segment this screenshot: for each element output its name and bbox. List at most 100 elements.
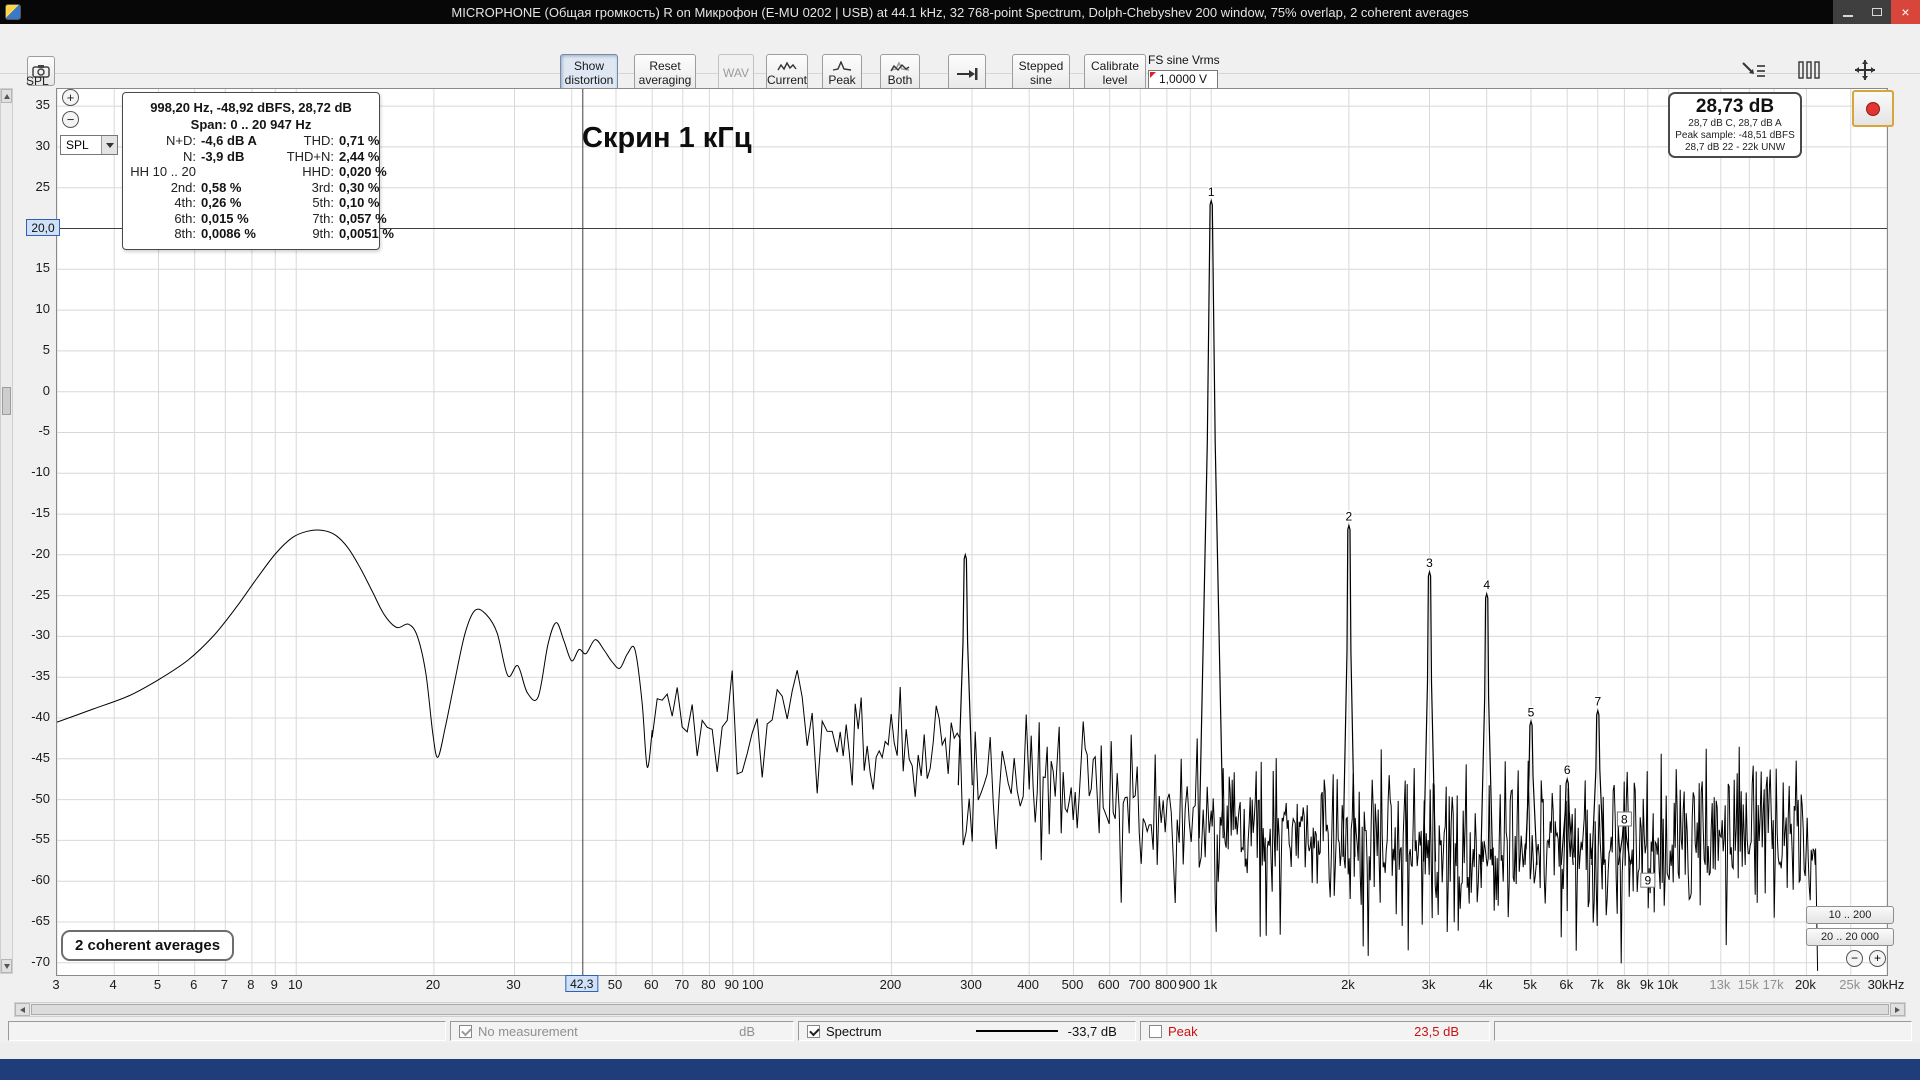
peak-label: Peak — [828, 72, 856, 87]
maximize-icon — [1871, 8, 1882, 16]
distortion-row: 4th: 0,26 % 5th: 0,10 % — [129, 195, 379, 211]
distortion-label: 4th: — [174, 195, 196, 210]
x-tick-label: 30 — [506, 977, 521, 992]
peak-label: Peak — [1168, 1023, 1198, 1039]
close-button[interactable]: × — [1891, 0, 1920, 24]
range-10-200-button[interactable]: 10 .. 200 — [1806, 906, 1894, 924]
minimize-button[interactable] — [1833, 0, 1862, 24]
distortion-value: 0,10 % — [339, 195, 380, 210]
fs-sine-label: FS sine Vrms — [1148, 53, 1220, 67]
both-label: Both — [887, 72, 913, 87]
x-tick-label: 600 — [1097, 977, 1120, 992]
distortion-label: 2nd: — [170, 179, 196, 195]
status-bar: No measurement dB Spectrum -33,7 dB Peak… — [0, 1020, 1920, 1043]
x-zoom-in-button[interactable]: + — [1869, 950, 1886, 967]
spectrum-checkbox[interactable] — [807, 1024, 820, 1038]
distortion-value: 0,020 % — [339, 164, 387, 179]
x-tick-label: 10k — [1657, 977, 1679, 992]
distortion-value: 0,58 % — [201, 179, 242, 195]
marker-readout-line: 998,20 Hz, -48,92 dBFS, 28,72 dB — [150, 100, 352, 115]
x-tick-label: 80 — [701, 977, 716, 992]
distortion-value: 0,71 % — [339, 133, 380, 148]
peak-checkbox[interactable] — [1149, 1024, 1162, 1038]
vertical-scroll-thumb[interactable] — [2, 387, 11, 415]
no-measurement-checkbox[interactable] — [459, 1024, 472, 1038]
y-axis-title: SPL — [26, 74, 49, 88]
x-tick-label: 25k — [1839, 977, 1861, 992]
record-button[interactable] — [1852, 90, 1894, 127]
zoom-in-button[interactable]: + — [62, 89, 79, 106]
scroll-right-arrow[interactable] — [1890, 1003, 1905, 1016]
distortion-value: -4,6 dB A — [201, 133, 257, 148]
no-measurement-label: No measurement — [478, 1023, 578, 1039]
toolbar: Show distortion Reset averaging WAV Curr… — [0, 24, 1920, 94]
x-tick-label: 2k — [1341, 977, 1355, 992]
spectrum-level-value: -33,7 dB — [1067, 1023, 1117, 1039]
x-tick-label: 500 — [1061, 977, 1084, 992]
x-tick-label: 13k — [1709, 977, 1731, 992]
unit-selector[interactable]: SPL — [60, 135, 118, 155]
distortion-value: 2,44 % — [339, 148, 380, 164]
horizontal-scroll-thumb[interactable] — [31, 1004, 1889, 1015]
level-detail-2: Peak sample: -48,51 dBFS — [1675, 130, 1795, 141]
maximize-button[interactable] — [1862, 0, 1891, 24]
status-no-measurement-panel: No measurement dB — [450, 1021, 794, 1041]
distortion-label: 3rd: — [311, 179, 334, 195]
x-tick-label: 6 — [190, 977, 198, 992]
zoom-out-button[interactable]: − — [62, 111, 79, 128]
distortion-label: 8th: — [174, 226, 196, 241]
spectrum-label: Spectrum — [826, 1023, 882, 1039]
chevron-down-icon — [101, 136, 117, 154]
distortion-row: N+D: -4,6 dB A THD: 0,71 % — [129, 133, 379, 149]
distortion-value: 0,0086 % — [201, 226, 256, 241]
x-tick-label: 5 — [153, 977, 162, 992]
spectrum-trace — [57, 529, 1819, 971]
distortion-value: 0,30 % — [339, 179, 380, 195]
x-tick-label: 15k — [1737, 977, 1759, 992]
horizontal-scrollbar[interactable] — [14, 1002, 1906, 1017]
distortion-row: N: -3,9 dB THD+N: 2,44 % — [129, 149, 379, 165]
x-tick-label: 20 — [425, 977, 441, 992]
status-empty-right — [1494, 1021, 1912, 1041]
pan-zoom-button[interactable] — [1845, 56, 1885, 84]
x-tick-label: 7k — [1589, 977, 1604, 992]
span-readout-line: Span: 0 .. 20 947 Hz — [190, 117, 312, 132]
vertical-scrollbar[interactable] — [0, 88, 13, 974]
distortion-row: HH 10 .. 20 HHD: 0,020 % — [129, 164, 386, 180]
svg-text:1: 1 — [1208, 185, 1215, 199]
both-curves-icon — [890, 61, 910, 71]
distortion-label: THD: — [303, 133, 334, 148]
measurement-readout-box: 998,20 Hz, -48,92 dBFS, 28,72 dB Span: 0… — [122, 92, 394, 250]
current-curve-icon — [777, 61, 797, 70]
x-zoom-out-button[interactable]: − — [1846, 950, 1863, 967]
app-icon — [5, 4, 21, 20]
cursor-frequency-box[interactable]: 42,3 — [565, 975, 599, 992]
cursor-readout-button[interactable] — [1734, 56, 1774, 84]
svg-text:5: 5 — [1528, 705, 1535, 719]
distortion-value — [201, 164, 277, 180]
peak-level-value: 23,5 dB — [1414, 1023, 1459, 1039]
range-20-20000-button[interactable]: 20 .. 20 000 — [1806, 928, 1894, 946]
scroll-down-arrow[interactable] — [1, 959, 12, 973]
bars-icon — [1798, 61, 1820, 79]
status-empty-left — [8, 1021, 446, 1041]
svg-text:6: 6 — [1564, 763, 1571, 777]
x-tick-label: 60 — [643, 977, 659, 992]
fs-sine-input[interactable]: 1,0000 V — [1148, 70, 1218, 89]
x-tick-label: 10 — [287, 977, 303, 992]
move-arrows-icon — [1855, 60, 1875, 80]
distortion-label: 6th: — [174, 210, 196, 226]
harmonic-spikes — [957, 198, 1631, 865]
distortion-label: 7th: — [312, 210, 334, 226]
scroll-left-arrow[interactable] — [15, 1003, 30, 1016]
cursor-level-box[interactable]: 20,0 — [26, 218, 60, 236]
x-tick-label: 3 — [52, 977, 60, 992]
bottom-strip — [0, 1043, 1920, 1059]
svg-text:4: 4 — [1483, 578, 1490, 592]
db-unit-label: dB — [739, 1023, 755, 1039]
minimize-icon — [1842, 14, 1853, 17]
grid-columns-button[interactable] — [1790, 56, 1830, 84]
distortion-row: 8th: 0,0086 % 9th: 0,0051 % — [129, 226, 394, 242]
distortion-value: 0,26 % — [201, 195, 242, 210]
scroll-up-arrow[interactable] — [1, 89, 12, 103]
